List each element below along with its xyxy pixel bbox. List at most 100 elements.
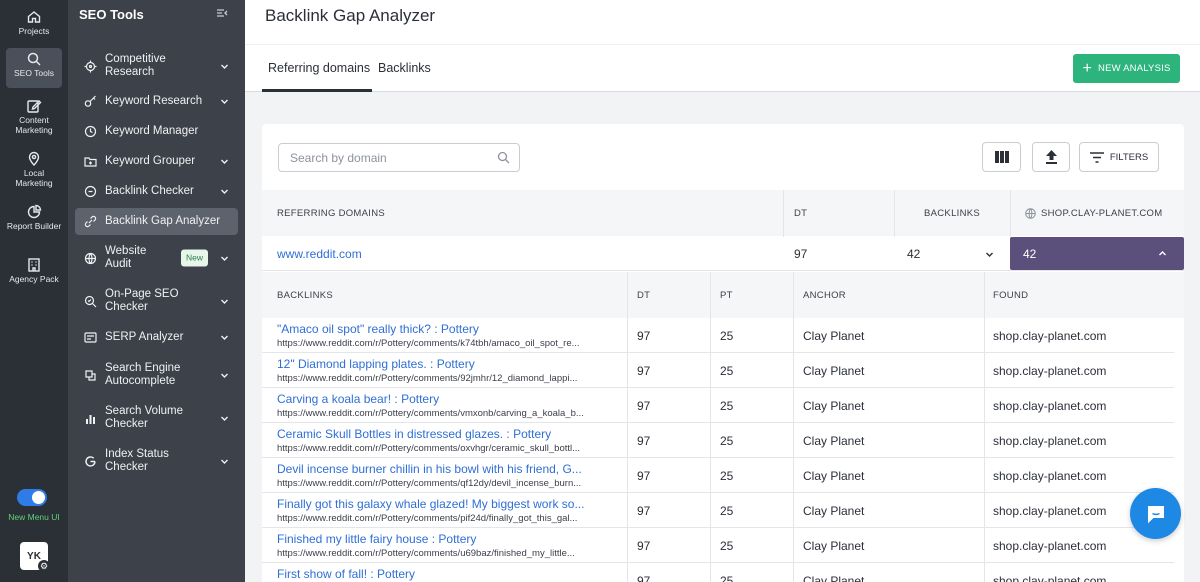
chevron-down-icon[interactable]	[985, 250, 994, 259]
col-backlinks[interactable]: BACKLINKS	[277, 272, 333, 318]
backlink-url[interactable]: https://www.reddit.com/r/Pottery/comment…	[277, 443, 580, 454]
col-referring-domains[interactable]: REFERRING DOMAINS	[277, 190, 385, 236]
backlink-title[interactable]: First show of fall! : Pottery	[277, 567, 415, 581]
search-check-icon	[84, 295, 97, 307]
sidebar-item-keyword-grouper[interactable]: Keyword Grouper	[75, 149, 238, 174]
backlink-title[interactable]: "Amaco oil spot" really thick? : Pottery	[277, 322, 479, 336]
toggle-label: New Menu UI	[8, 512, 60, 522]
col-anchor[interactable]: ANCHOR	[803, 272, 846, 318]
domains-table-header: REFERRING DOMAINS DT BACKLINKS SHOP.CLAY…	[262, 190, 1184, 236]
col-pt[interactable]: PT	[720, 272, 733, 318]
rail-item-local-marketing[interactable]: Local Marketing	[6, 148, 62, 188]
row-pt: 25	[720, 538, 734, 553]
sidebar-item-keyword-manager[interactable]: Keyword Manager	[75, 119, 238, 144]
collapse-menu-icon[interactable]	[216, 7, 228, 19]
backlink-title[interactable]: Finally got this galaxy whale glazed! My…	[277, 497, 584, 511]
row-found[interactable]: shop.clay-planet.com	[993, 353, 1106, 388]
row-found[interactable]: shop.clay-planet.com	[993, 563, 1106, 582]
row-pt: 25	[720, 328, 734, 343]
sidebar-item-website-audit[interactable]: Website Audit New	[75, 243, 238, 273]
sidebar-item-serp-analyzer[interactable]: SERP Analyzer	[75, 325, 238, 350]
backlink-url[interactable]: https://www.reddit.com/r/Pottery/comment…	[277, 373, 577, 384]
table-row[interactable]: 12" Diamond lapping plates. : Pottery ht…	[262, 353, 1174, 388]
backlink-url[interactable]: https://www.reddit.com/r/Pottery/comment…	[277, 408, 584, 419]
table-row[interactable]: First show of fall! : Pottery 97 25 Clay…	[262, 563, 1174, 582]
row-pt: 25	[720, 398, 734, 413]
search-icon	[497, 151, 510, 164]
row-pt: 25	[720, 573, 734, 582]
backlink-title[interactable]: Carving a koala bear! : Pottery	[277, 392, 439, 406]
sidebar-item-label: Search Volume Checker	[105, 405, 183, 430]
search-input[interactable]	[278, 143, 520, 172]
filters-label: FILTERS	[1109, 151, 1149, 163]
row-found[interactable]: shop.clay-planet.com	[993, 458, 1106, 493]
autocomplete-icon	[85, 369, 96, 381]
rail-item-report-builder[interactable]: Report Builder	[6, 201, 62, 241]
rail-item-seo-tools[interactable]: SEO Tools	[6, 48, 62, 88]
sidebar-item-competitive-research[interactable]: Competitive Research	[75, 52, 238, 80]
tab-referring-domains[interactable]: Referring domains	[268, 61, 370, 75]
row-found[interactable]: shop.clay-planet.com	[993, 318, 1106, 353]
table-row[interactable]: Devil incense burner chillin in his bowl…	[262, 458, 1174, 493]
target-site-count: 42	[1023, 247, 1037, 261]
backlink-title[interactable]: Devil incense burner chillin in his bowl…	[277, 462, 582, 476]
row-found[interactable]: shop.clay-planet.com	[993, 423, 1106, 458]
chevron-down-icon	[221, 373, 228, 378]
export-button[interactable]	[1032, 142, 1070, 172]
rail-item-agency-pack[interactable]: Agency Pack	[6, 254, 62, 294]
active-tab-indicator	[262, 89, 372, 92]
bar-chart-icon	[86, 414, 95, 424]
rail-item-projects[interactable]: Projects	[6, 6, 62, 46]
key-icon	[84, 95, 96, 107]
table-row[interactable]: Ceramic Skull Bottles in distressed glaz…	[262, 423, 1174, 458]
tab-backlinks[interactable]: Backlinks	[378, 61, 431, 75]
col-dt[interactable]: DT	[637, 272, 650, 318]
backlink-title[interactable]: Finished my little fairy house : Pottery	[277, 532, 476, 546]
folder-icon	[84, 157, 97, 167]
backlink-title[interactable]: Ceramic Skull Bottles in distressed glaz…	[277, 427, 551, 441]
sidebar-item-index-status-checker[interactable]: Index Status Checker	[75, 446, 238, 476]
link-icon	[84, 185, 97, 198]
sidebar-item-on-page-seo-checker[interactable]: On-Page SEO Checker	[75, 286, 238, 316]
table-row[interactable]: "Amaco oil spot" really thick? : Pottery…	[262, 318, 1174, 353]
target-icon	[84, 60, 97, 72]
filters-button[interactable]: FILTERS	[1079, 142, 1159, 172]
backlink-url[interactable]: https://www.reddit.com/r/Pottery/comment…	[277, 513, 577, 524]
new-menu-toggle[interactable]	[17, 489, 47, 506]
gear-icon[interactable]: ⚙	[38, 560, 50, 572]
sidebar-item-keyword-research[interactable]: Keyword Research	[75, 89, 238, 114]
col-target-site[interactable]: SHOP.CLAY-PLANET.COM	[1025, 190, 1162, 236]
sidebar-item-label: Search Engine Autocomplete	[105, 362, 181, 387]
col-dt[interactable]: DT	[794, 190, 807, 236]
rail-label: Projects	[18, 26, 50, 36]
backlink-url[interactable]: https://www.reddit.com/r/Pottery/comment…	[277, 548, 575, 559]
chevron-down-icon	[221, 99, 228, 104]
table-row[interactable]: Finally got this galaxy whale glazed! My…	[262, 493, 1174, 528]
target-site-cell-selected[interactable]: 42	[1010, 237, 1184, 270]
row-found[interactable]: shop.clay-planet.com	[993, 388, 1106, 423]
sidebar-title: SEO Tools	[79, 7, 144, 22]
row-anchor: Clay Planet	[803, 573, 865, 582]
domain-link[interactable]: www.reddit.com	[277, 237, 362, 271]
row-found[interactable]: shop.clay-planet.com	[993, 528, 1106, 563]
columns-button[interactable]	[982, 142, 1021, 172]
backlink-url[interactable]: https://www.reddit.com/r/Pottery/comment…	[277, 338, 580, 349]
backlink-title[interactable]: 12" Diamond lapping plates. : Pottery	[277, 357, 475, 371]
sidebar-item-backlink-gap-analyzer[interactable]: Backlink Gap Analyzer	[75, 208, 238, 235]
sidebar-item-label: Keyword Grouper	[105, 155, 196, 167]
backlinks-table-header: BACKLINKS DT PT ANCHOR FOUND	[262, 272, 1184, 318]
col-found[interactable]: FOUND	[993, 272, 1028, 318]
sidebar-item-label: Backlink Checker	[105, 185, 194, 197]
sidebar-item-backlink-checker[interactable]: Backlink Checker	[75, 179, 238, 204]
new-analysis-button[interactable]: + NEW ANALYSIS	[1073, 54, 1180, 83]
table-row[interactable]: Carving a koala bear! : Pottery https://…	[262, 388, 1174, 423]
sidebar-item-search-volume-checker[interactable]: Search Volume Checker	[75, 403, 238, 433]
row-found[interactable]: shop.clay-planet.com	[993, 493, 1106, 528]
rail-item-content-marketing[interactable]: Content Marketing	[6, 95, 62, 135]
chevron-down-icon	[221, 335, 228, 340]
backlink-url[interactable]: https://www.reddit.com/r/Pottery/comment…	[277, 478, 581, 489]
sidebar-item-search-engine-autocomplete[interactable]: Search Engine Autocomplete	[75, 360, 238, 390]
support-chat-button[interactable]	[1130, 488, 1181, 539]
table-row[interactable]: Finished my little fairy house : Pottery…	[262, 528, 1174, 563]
col-backlinks[interactable]: BACKLINKS	[924, 190, 980, 236]
